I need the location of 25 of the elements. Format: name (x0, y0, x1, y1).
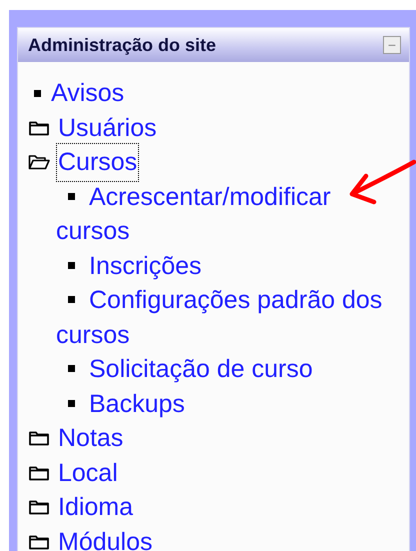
tree-link[interactable]: Backups (56, 386, 405, 421)
bullet-icon (68, 192, 75, 200)
folder-icon[interactable] (28, 464, 50, 481)
bullet-icon (68, 296, 75, 303)
tree-link[interactable]: Cursos (58, 145, 138, 180)
tree-link[interactable]: Configurações padrão dos cursos (56, 283, 405, 352)
bullet-icon (34, 90, 41, 97)
block-title: Administração do site (28, 34, 216, 56)
bullet-icon (68, 365, 75, 372)
tree-link[interactable]: Idioma (58, 490, 134, 524)
folder-icon[interactable] (28, 120, 50, 136)
tree-link[interactable]: Inscrições (56, 248, 405, 283)
tree-link[interactable]: Usuários (58, 110, 157, 145)
tree-link[interactable]: Notas (58, 421, 124, 456)
tree-link[interactable]: Solicitação de curso (56, 352, 405, 386)
bullet-icon (68, 262, 75, 268)
folder-icon[interactable] (28, 534, 50, 550)
tree-link[interactable]: Acrescentar/modificar cursos (56, 180, 405, 248)
tree-link[interactable]: Avisos (51, 76, 124, 110)
open-folder-icon[interactable] (28, 154, 50, 170)
tree-link[interactable]: Módulos (58, 524, 152, 551)
folder-icon[interactable] (28, 430, 50, 446)
bullet-icon (68, 400, 75, 406)
tree-link[interactable]: Local (58, 456, 118, 490)
folder-icon[interactable] (28, 499, 50, 516)
